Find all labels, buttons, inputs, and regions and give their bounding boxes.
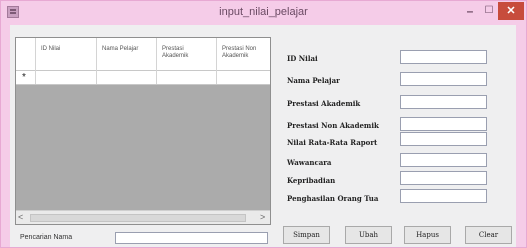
nilai-rata-rata-raport-input[interactable]: [400, 132, 487, 146]
scroll-right-arrow-icon[interactable]: >: [260, 212, 265, 222]
search-name-input[interactable]: [115, 232, 268, 244]
column-header-prestasi-non-akademik[interactable]: Prestasi Non Akademik: [217, 38, 270, 71]
row-header-corner: [16, 38, 36, 71]
scrollbar-thumb[interactable]: [30, 214, 246, 222]
hapus-button[interactable]: Hapus: [404, 226, 451, 244]
new-row-cell-prestasi-non-akademik[interactable]: [217, 71, 270, 84]
column-header-nama-pelajar[interactable]: Nama Pelajar: [97, 38, 157, 71]
new-row-marker: *: [22, 72, 26, 83]
label-nilai-rata-rata-raport: Nilai Rata-Rata Raport: [287, 138, 378, 147]
label-kepribadian: Kepribadian: [287, 176, 336, 185]
prestasi-akademik-input[interactable]: [400, 95, 487, 109]
search-label: Pencarian Nama: [20, 234, 73, 241]
grid-header-row: ID Nilai Nama Pelajar Prestasi Akademik …: [16, 38, 270, 71]
column-header-prestasi-akademik[interactable]: Prestasi Akademik: [157, 38, 217, 71]
new-row-cell-nama-pelajar[interactable]: [97, 71, 157, 84]
title-bar[interactable]: input_nilai_pelajar – ☐ ✕: [1, 1, 526, 24]
new-row-cell-prestasi-akademik[interactable]: [157, 71, 217, 84]
label-prestasi-non-akademik: Prestasi Non Akademik: [287, 121, 379, 130]
label-wawancara: Wawancara: [287, 158, 332, 167]
minimize-button[interactable]: –: [460, 2, 480, 20]
column-header-id-nilai[interactable]: ID Nilai: [36, 38, 97, 71]
close-button[interactable]: ✕: [498, 2, 524, 20]
id-nilai-input[interactable]: [400, 50, 487, 64]
horizontal-scrollbar[interactable]: < >: [16, 210, 270, 224]
nama-pelajar-input[interactable]: [400, 72, 487, 86]
window-title: input_nilai_pelajar: [219, 6, 308, 18]
app-window: input_nilai_pelajar – ☐ ✕ ID Nilai Nama …: [0, 0, 527, 248]
new-row[interactable]: *: [16, 71, 270, 85]
label-penghasilan-orang-tua: Penghasilan Orang Tua: [287, 194, 379, 203]
new-row-cell-id-nilai[interactable]: [36, 71, 97, 84]
wawancara-input[interactable]: [400, 153, 487, 167]
label-nama-pelajar: Nama Pelajar: [287, 76, 340, 85]
label-prestasi-akademik: Prestasi Akademik: [287, 99, 361, 108]
clear-button[interactable]: Clear: [465, 226, 512, 244]
maximize-button[interactable]: ☐: [480, 2, 498, 20]
prestasi-non-akademik-input[interactable]: [400, 117, 487, 131]
simpan-button[interactable]: Simpan: [283, 226, 330, 244]
kepribadian-input[interactable]: [400, 171, 487, 185]
new-row-header[interactable]: *: [16, 71, 36, 84]
scroll-left-arrow-icon[interactable]: <: [18, 212, 23, 222]
penghasilan-orang-tua-input[interactable]: [400, 189, 487, 203]
data-grid[interactable]: ID Nilai Nama Pelajar Prestasi Akademik …: [15, 37, 271, 225]
label-id-nilai: ID Nilai: [287, 54, 318, 63]
ubah-button[interactable]: Ubah: [345, 226, 392, 244]
